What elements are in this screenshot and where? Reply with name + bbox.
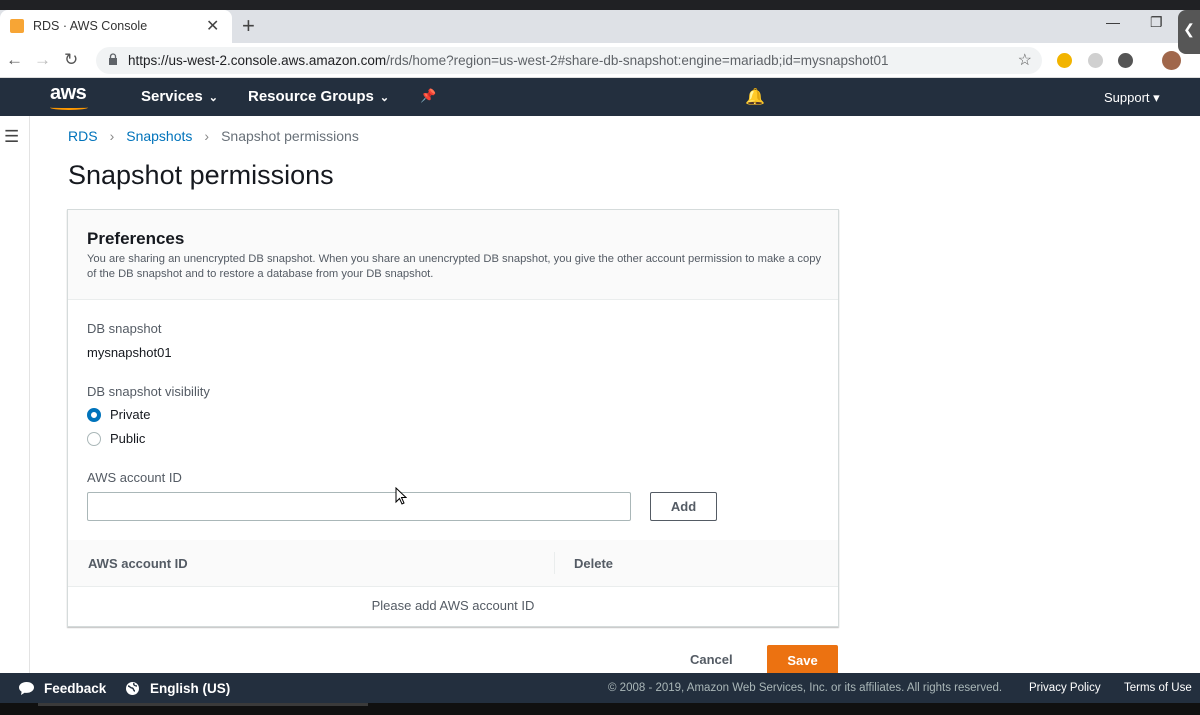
profile-avatar[interactable]: [1162, 51, 1181, 70]
extension-2-icon[interactable]: [1088, 53, 1103, 68]
taskbar-strip: [0, 703, 1200, 715]
breadcrumb-snapshots[interactable]: Snapshots: [126, 128, 192, 144]
restore-window-button[interactable]: ❐: [1150, 14, 1163, 31]
terms-of-use-link[interactable]: Terms of Use: [1124, 682, 1192, 694]
tab-title: RDS · AWS Console: [33, 19, 148, 33]
side-nav-toggle: ☰: [0, 116, 30, 673]
hamburger-menu-icon[interactable]: ☰: [4, 127, 19, 147]
aws-favicon-icon: [10, 19, 24, 33]
services-menu[interactable]: Services ⌄: [141, 88, 218, 105]
tab-close-icon[interactable]: ✕: [206, 16, 219, 36]
column-delete: Delete: [574, 556, 614, 571]
back-button[interactable]: ←: [6, 50, 23, 70]
url-omnibox[interactable]: https://us-west-2.console.aws.amazon.com…: [96, 47, 1042, 74]
db-snapshot-label: DB snapshot: [87, 321, 162, 336]
accounts-table-header: AWS account ID Delete: [68, 540, 838, 587]
url-path: /rds/home?region=us-west-2#share-db-snap…: [386, 53, 889, 68]
preferences-title: Preferences: [87, 229, 185, 248]
preferences-panel: Preferences You are sharing an unencrypt…: [67, 209, 839, 627]
resource-groups-menu[interactable]: Resource Groups ⌄: [248, 88, 389, 105]
url-text: https://us-west-2.console.aws.amazon.com…: [128, 53, 889, 68]
aws-logo-smile: [50, 105, 88, 110]
copyright-text: © 2008 - 2019, Amazon Web Services, Inc.…: [608, 682, 1003, 694]
address-bar: ← → ↻ https://us-west-2.console.aws.amaz…: [0, 43, 1200, 78]
breadcrumb-current: Snapshot permissions: [221, 128, 359, 144]
breadcrumb-rds[interactable]: RDS: [68, 128, 98, 144]
new-tab-button[interactable]: +: [242, 13, 255, 39]
extension-1-icon[interactable]: [1057, 53, 1072, 68]
preferences-description: You are sharing an unencrypted DB snapsh…: [87, 253, 822, 280]
bookmark-star-icon[interactable]: ☆: [1018, 50, 1032, 70]
side-panel-arrow-icon[interactable]: ❮: [1178, 10, 1200, 54]
mouse-cursor-icon: [395, 487, 407, 505]
browser-top-strip: [0, 0, 1200, 10]
language-selector[interactable]: English (US): [150, 681, 230, 696]
progress-line: [38, 703, 368, 706]
account-id-input[interactable]: [87, 492, 631, 521]
account-id-label: AWS account ID: [87, 470, 182, 485]
chevron-down-icon: ⌄: [379, 92, 390, 104]
radio-private-label[interactable]: Private: [110, 407, 150, 422]
radio-public[interactable]: [87, 432, 101, 446]
browser-tab-bar: RDS · AWS Console ✕ + — ❐: [0, 10, 1200, 43]
feedback-bubble-icon: [19, 682, 34, 695]
globe-icon: [126, 682, 139, 695]
add-account-button[interactable]: Add: [650, 492, 717, 521]
breadcrumb-separator-icon: ›: [109, 128, 115, 144]
chevron-down-icon: ⌄: [208, 92, 218, 104]
minimize-window-button[interactable]: —: [1106, 14, 1120, 30]
services-label: Services: [141, 88, 203, 105]
reload-button[interactable]: ↻: [64, 50, 78, 70]
url-host: https://us-west-2.console.aws.amazon.com: [128, 53, 387, 68]
radio-public-label[interactable]: Public: [110, 431, 145, 446]
resource-groups-label: Resource Groups: [248, 88, 374, 105]
extension-3-icon[interactable]: [1118, 53, 1133, 68]
breadcrumb-separator-icon: ›: [204, 128, 210, 144]
column-divider: [554, 552, 555, 574]
breadcrumb: RDS › Snapshots › Snapshot permissions: [68, 128, 359, 144]
page-title: Snapshot permissions: [68, 160, 334, 190]
privacy-policy-link[interactable]: Privacy Policy: [1029, 682, 1101, 694]
aws-logo[interactable]: aws: [50, 82, 87, 105]
column-account-id: AWS account ID: [88, 556, 188, 571]
save-button[interactable]: Save: [767, 645, 838, 675]
forward-button[interactable]: →: [34, 50, 51, 70]
preferences-header: Preferences You are sharing an unencrypt…: [68, 210, 838, 300]
aws-top-nav: aws Services ⌄ Resource Groups ⌄ 📌 🔔 Suppo…: [0, 78, 1200, 116]
footer: Feedback English (US) © 2008 - 2019, Ama…: [0, 673, 1200, 703]
visibility-label: DB snapshot visibility: [87, 384, 210, 399]
cancel-button[interactable]: Cancel: [690, 652, 733, 667]
db-snapshot-value: mysnapshot01: [87, 345, 172, 360]
accounts-table-empty: Please add AWS account ID: [371, 598, 535, 613]
pin-icon[interactable]: 📌: [420, 88, 436, 104]
bell-icon[interactable]: 🔔: [745, 87, 765, 107]
lock-icon: [109, 53, 117, 65]
support-menu[interactable]: Support ▾: [1104, 90, 1160, 106]
radio-private[interactable]: [87, 408, 101, 422]
browser-tab[interactable]: RDS · AWS Console ✕: [0, 10, 232, 43]
feedback-link[interactable]: Feedback: [44, 681, 106, 696]
main-content: ☰ RDS › Snapshots › Snapshot permissions Sna…: [0, 116, 1200, 675]
